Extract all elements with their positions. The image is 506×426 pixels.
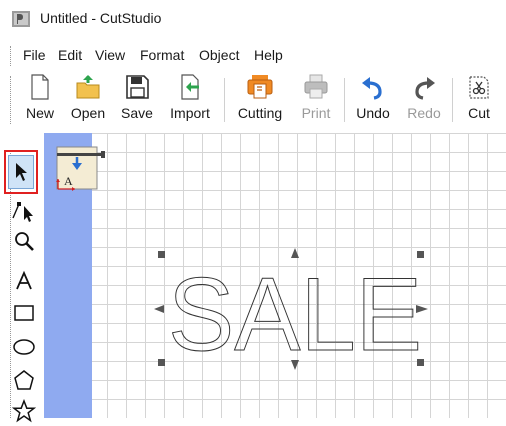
text-tool-button[interactable] xyxy=(10,266,38,296)
cutter-icon xyxy=(247,75,273,99)
menu-help[interactable]: Help xyxy=(254,47,283,63)
star-tool-button[interactable] xyxy=(10,396,38,426)
open-folder-icon xyxy=(76,75,100,99)
toolbar-grip xyxy=(10,76,13,124)
save-label: Save xyxy=(121,105,153,121)
menu-view[interactable]: View xyxy=(95,47,125,63)
window-title: Untitled - CutStudio xyxy=(40,10,162,26)
new-button[interactable]: New xyxy=(22,74,58,128)
import-icon xyxy=(181,74,199,100)
cut-scissors-icon xyxy=(469,76,489,99)
toolbar-separator xyxy=(344,78,345,122)
toolbar-separator xyxy=(452,78,453,122)
menu-format[interactable]: Format xyxy=(140,47,184,63)
menu-object[interactable]: Object xyxy=(199,47,239,63)
sale-outline-text: SALE xyxy=(168,257,422,373)
undo-label: Undo xyxy=(356,105,390,121)
open-button[interactable]: Open xyxy=(67,74,109,128)
star-tool-icon xyxy=(12,399,36,423)
zoom-tool-button[interactable] xyxy=(10,226,38,256)
zoom-icon xyxy=(15,232,34,251)
import-label: Import xyxy=(170,105,210,121)
save-button[interactable]: Save xyxy=(119,74,155,128)
menu-grip xyxy=(10,46,13,66)
main-toolbar: New Open Save Import Cutting Print Undo … xyxy=(0,70,506,130)
undo-button[interactable]: Undo xyxy=(352,74,394,128)
app-icon xyxy=(12,11,30,27)
new-label: New xyxy=(25,105,54,121)
select-tool-button[interactable] xyxy=(4,150,38,194)
cut-label: Cut xyxy=(468,105,490,121)
polygon-tool-button[interactable] xyxy=(10,365,38,395)
rectangle-tool-button[interactable] xyxy=(10,298,38,328)
open-label: Open xyxy=(70,105,106,121)
redo-button[interactable]: Redo xyxy=(403,74,445,128)
save-disk-icon xyxy=(126,75,149,99)
svg-text:A: A xyxy=(64,174,73,188)
title-bar: Untitled - CutStudio xyxy=(0,0,506,38)
polygon-tool-icon xyxy=(14,370,34,390)
cutting-button[interactable]: Cutting xyxy=(234,74,286,128)
rectangle-tool-icon xyxy=(14,305,34,321)
print-button[interactable]: Print xyxy=(296,74,336,128)
cutting-label: Cutting xyxy=(237,105,283,121)
text-tool-icon xyxy=(16,270,32,290)
ellipse-tool-button[interactable] xyxy=(10,332,38,362)
select-arrow-icon xyxy=(16,163,27,181)
tool-palette xyxy=(0,150,44,423)
media-feed-icon[interactable]: A xyxy=(55,143,107,191)
node-edit-tool-button[interactable] xyxy=(10,196,38,226)
menu-bar: File Edit View Format Object Help xyxy=(0,43,506,69)
import-button[interactable]: Import xyxy=(165,74,215,128)
ellipse-tool-icon xyxy=(13,339,35,355)
redo-arrow-icon xyxy=(415,77,435,100)
menu-file[interactable]: File xyxy=(23,47,46,63)
printer-icon xyxy=(304,74,328,99)
node-edit-icon xyxy=(12,202,33,222)
new-document-icon xyxy=(31,74,49,100)
redo-label: Redo xyxy=(407,105,441,121)
toolbar-separator xyxy=(224,78,225,122)
sale-text-object[interactable]: SALE xyxy=(150,243,440,373)
cut-button[interactable]: Cut xyxy=(462,74,496,128)
menu-edit[interactable]: Edit xyxy=(58,47,82,63)
print-label: Print xyxy=(301,105,331,121)
undo-arrow-icon xyxy=(362,77,382,100)
